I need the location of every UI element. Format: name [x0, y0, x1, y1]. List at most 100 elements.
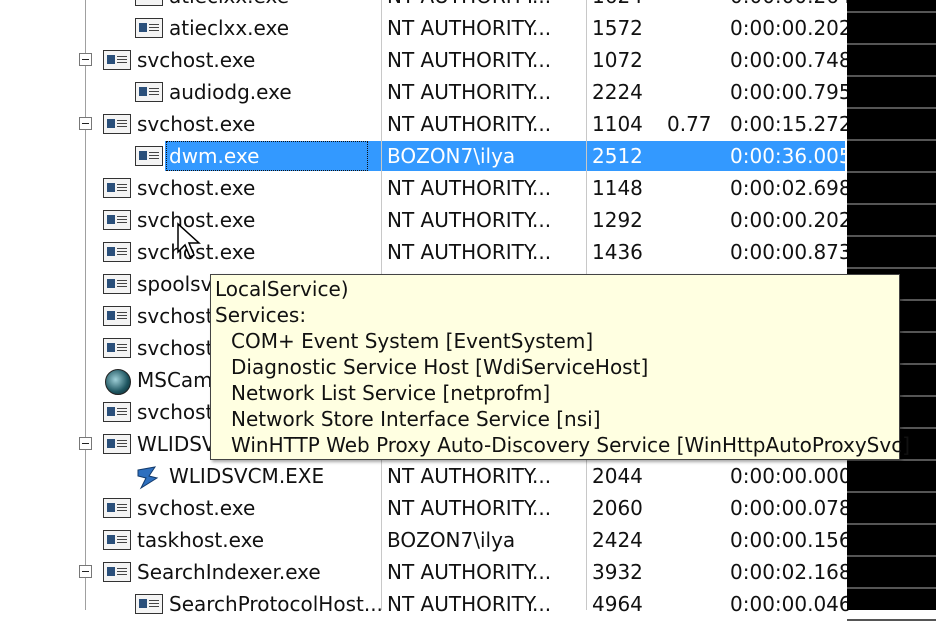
collapse-toggle-icon[interactable]: [79, 437, 92, 450]
process-window-icon: [103, 562, 131, 582]
pid-value: 1292: [592, 208, 643, 232]
table-row[interactable]: svchost.exe NT AUTHORITY... 1436 0:00:00.87…: [0, 236, 852, 268]
process-window-icon: [103, 50, 131, 70]
process-name: svchost.exe: [137, 112, 256, 136]
table-row[interactable]: taskhost.exe BOZON7\ilya 2424 0:00:00.156: [0, 524, 852, 556]
table-row-selected[interactable]: dwm.exe BOZON7\ilya 2512 0:00:36.005: [0, 140, 852, 172]
process-window-icon: [135, 594, 163, 614]
graph-row-tick: [847, 171, 936, 173]
process-window-icon: [103, 178, 131, 198]
cpu-time-value: 0:00:00.748: [730, 48, 852, 72]
user-name: NT AUTHORITY...: [387, 48, 552, 72]
process-name: WLIDSVCM.EXE: [169, 464, 325, 488]
tooltip-service-line: Network Store Interface Service [nsi]: [231, 407, 601, 431]
process-window-icon: [103, 274, 131, 294]
pid-value: 2224: [592, 80, 643, 104]
cpu-time-value: 0:00:00.873: [730, 240, 852, 264]
user-name: BOZON7\ilya: [387, 528, 516, 552]
tooltip-header-line: LocalService): [215, 277, 349, 301]
user-name: NT AUTHORITY...: [387, 80, 552, 104]
camera-round-icon: [105, 369, 131, 395]
user-name: NT AUTHORITY...: [387, 112, 552, 136]
pid-value: 3932: [592, 560, 643, 584]
tooltip-service-line: Network List Service [netprofm]: [231, 381, 551, 405]
pid-value: 1104: [592, 112, 643, 136]
table-row[interactable]: svchost.exe NT AUTHORITY... 1072 0:00:00.74…: [0, 44, 852, 76]
pid-value: 4964: [592, 592, 643, 616]
collapse-toggle-icon[interactable]: [79, 565, 92, 578]
process-name: svchost.exe: [137, 48, 256, 72]
process-name: SearchProtocolHost...: [169, 592, 383, 616]
graph-row-tick: [847, 235, 936, 237]
graph-row-tick: [847, 491, 936, 493]
graph-row-tick: [847, 555, 936, 557]
pid-value: 2512: [592, 144, 643, 168]
pid-value: 2424: [592, 528, 643, 552]
process-window-icon: [103, 498, 131, 518]
process-window-icon: [103, 210, 131, 230]
table-row[interactable]: SearchProtocolHost... NT AUTHORITY... 4964…: [0, 588, 852, 620]
graph-row-tick: [847, 523, 936, 525]
tooltip-service-line: WinHTTP Web Proxy Auto-Discovery Service…: [231, 433, 911, 457]
user-name: NT AUTHORITY...: [387, 0, 551, 8]
graph-row-tick: [847, 139, 936, 141]
windows-live-icon: [137, 466, 159, 490]
graph-row-tick: [847, 587, 936, 589]
table-row[interactable]: svchost.exe NT AUTHORITY... 1292 0:00:00.20…: [0, 204, 852, 236]
process-window-icon: [103, 114, 131, 134]
cpu-time-value: 0:00:00.202: [730, 208, 852, 232]
process-window-icon: [103, 338, 131, 358]
pid-value: 2044: [592, 464, 643, 488]
process-name: MSCam: [137, 368, 213, 392]
cpu-time-value: 0:00:02.168: [730, 560, 852, 584]
graph-row-tick: [847, 75, 936, 77]
process-name: dwm.exe: [169, 144, 260, 168]
cpu-time-value: 0:00:00.202: [730, 16, 852, 40]
table-row[interactable]: atieclxx.exe NT AUTHORITY... 1624 0:00:00.2…: [0, 0, 852, 12]
table-row[interactable]: svchost.exe NT AUTHORITY... 1104 0.77 0:00:1…: [0, 108, 852, 140]
cpu-time-value: 0:00:36.005: [730, 144, 852, 168]
user-name: NT AUTHORITY...: [387, 592, 552, 616]
graph-row-tick: [847, 11, 936, 13]
graph-row-tick: [847, 267, 936, 269]
user-name: NT AUTHORITY...: [387, 496, 552, 520]
cpu-time-value: 0:00:02.698: [730, 176, 852, 200]
table-row[interactable]: audiodg.exe NT AUTHORITY... 2224 0:00:00.79…: [0, 76, 852, 108]
cpu-value: 0.77: [667, 112, 712, 136]
user-name: NT AUTHORITY...: [387, 464, 552, 488]
services-tooltip: LocalService) Services: COM+ Event System …: [210, 274, 910, 460]
user-name: NT AUTHORITY...: [387, 560, 552, 584]
process-window-icon: [135, 146, 163, 166]
process-window-icon: [103, 530, 131, 550]
graph-row-tick: [847, 203, 936, 205]
user-name: NT AUTHORITY...: [387, 176, 552, 200]
process-name: svchost: [137, 400, 214, 424]
pid-value: 1572: [592, 16, 643, 40]
table-row[interactable]: svchost.exe NT AUTHORITY... 1148 0:00:02.69…: [0, 172, 852, 204]
user-name: BOZON7\ilya: [387, 144, 516, 168]
cpu-time-value: 0:00:00.046: [730, 592, 852, 616]
process-window-icon: [103, 434, 131, 454]
collapse-toggle-icon[interactable]: [79, 117, 92, 130]
process-name: svchost.exe: [137, 176, 256, 200]
process-name: WLIDSV: [137, 432, 216, 456]
process-name: spoolsv: [137, 272, 213, 296]
table-row[interactable]: WLIDSVCM.EXE NT AUTHORITY... 2044 0:00:00.0…: [0, 460, 852, 492]
process-window-icon: [135, 82, 163, 102]
table-row[interactable]: SearchIndexer.exe NT AUTHORITY... 3932 0:00…: [0, 556, 852, 588]
tooltip-service-line: COM+ Event System [EventSystem]: [231, 329, 594, 353]
pid-value: 1148: [592, 176, 643, 200]
process-name: svchost.exe: [137, 496, 256, 520]
tooltip-header-line: Services:: [215, 303, 307, 327]
process-window-icon: [135, 18, 163, 38]
process-name: atieclxx.exe: [169, 0, 289, 8]
collapse-toggle-icon[interactable]: [79, 53, 92, 66]
graph-row-tick: [847, 43, 936, 45]
pid-value: 1624: [592, 0, 643, 8]
user-name: NT AUTHORITY...: [387, 208, 552, 232]
process-name: atieclxx.exe: [169, 16, 290, 40]
cpu-time-value: 0:00:15.272: [730, 112, 852, 136]
process-name: taskhost.exe: [137, 528, 265, 552]
table-row[interactable]: atieclxx.exe NT AUTHORITY... 1572 0:00:00.2…: [0, 12, 852, 44]
table-row[interactable]: svchost.exe NT AUTHORITY... 2060 0:00:00.07…: [0, 492, 852, 524]
